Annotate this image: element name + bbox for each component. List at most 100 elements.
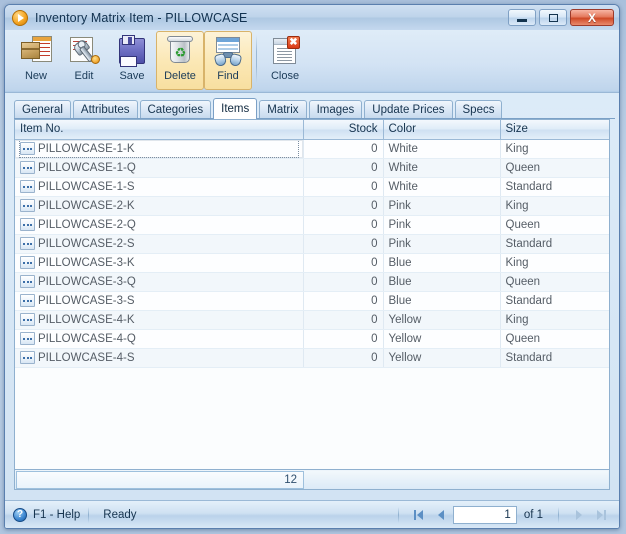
tab-attributes[interactable]: Attributes <box>72 100 138 118</box>
tab-general[interactable]: General <box>14 100 71 118</box>
tab-categories[interactable]: Categories <box>139 100 212 118</box>
cell-stock[interactable]: 0 <box>303 234 384 254</box>
items-grid-scroll[interactable]: Item No. Stock Color Size PILLOWCASE-1-K… <box>15 120 609 469</box>
table-row[interactable]: PILLOWCASE-1-S 0 White Standard <box>15 177 609 197</box>
cell-item-no[interactable]: PILLOWCASE-2-S <box>15 234 304 254</box>
cell-item-no[interactable]: PILLOWCASE-3-S <box>15 291 304 311</box>
cell-size[interactable]: Queen <box>500 329 609 349</box>
minimize-button[interactable] <box>508 9 536 26</box>
cell-stock[interactable]: 0 <box>303 310 384 330</box>
cell-size[interactable]: King <box>500 253 609 273</box>
table-row[interactable]: PILLOWCASE-3-K 0 Blue King <box>15 253 609 273</box>
cell-stock[interactable]: 0 <box>303 196 384 216</box>
table-row[interactable]: PILLOWCASE-4-Q 0 Yellow Queen <box>15 329 609 349</box>
cell-item-no[interactable]: PILLOWCASE-3-Q <box>15 272 304 292</box>
cell-color[interactable]: Blue <box>383 253 501 273</box>
ellipsis-button-icon[interactable] <box>20 351 35 364</box>
toolbar-button-save[interactable]: Save <box>108 31 156 90</box>
cell-stock[interactable]: 0 <box>303 272 384 292</box>
cell-item-no[interactable]: PILLOWCASE-1-S <box>15 177 304 197</box>
cell-color[interactable]: Pink <box>383 234 501 254</box>
cell-size[interactable]: King <box>500 196 609 216</box>
cell-item-no[interactable]: PILLOWCASE-2-K <box>15 196 304 216</box>
table-row[interactable]: PILLOWCASE-2-Q 0 Pink Queen <box>15 215 609 235</box>
table-row[interactable]: PILLOWCASE-2-S 0 Pink Standard <box>15 234 609 254</box>
cell-size[interactable]: Queen <box>500 158 609 178</box>
cell-size[interactable]: King <box>500 310 609 330</box>
cell-stock[interactable]: 0 <box>303 177 384 197</box>
cell-color[interactable]: Blue <box>383 272 501 292</box>
maximize-button[interactable] <box>539 9 567 26</box>
ellipsis-button-icon[interactable] <box>20 313 35 326</box>
cell-size[interactable]: Standard <box>500 348 609 368</box>
table-row[interactable]: PILLOWCASE-4-S 0 Yellow Standard <box>15 348 609 368</box>
ellipsis-button-icon[interactable] <box>20 161 35 174</box>
ellipsis-button-icon[interactable] <box>20 294 35 307</box>
column-header-stock[interactable]: Stock <box>303 120 384 140</box>
help-label[interactable]: F1 - Help <box>33 509 80 521</box>
ellipsis-button-icon[interactable] <box>20 275 35 288</box>
cell-size[interactable]: Standard <box>500 234 609 254</box>
cell-item-no[interactable]: PILLOWCASE-1-K <box>15 139 304 159</box>
cell-color[interactable]: Blue <box>383 291 501 311</box>
table-row[interactable]: PILLOWCASE-2-K 0 Pink King <box>15 196 609 216</box>
title-bar[interactable]: Inventory Matrix Item - PILLOWCASE X <box>5 5 619 30</box>
page-number-input[interactable]: 1 <box>452 505 517 524</box>
table-row[interactable]: PILLOWCASE-3-Q 0 Blue Queen <box>15 272 609 292</box>
cell-size[interactable]: Queen <box>500 272 609 292</box>
first-page-button[interactable] <box>409 506 429 524</box>
previous-page-button[interactable] <box>431 506 451 524</box>
ellipsis-button-icon[interactable] <box>20 180 35 193</box>
table-row[interactable]: PILLOWCASE-4-K 0 Yellow King <box>15 310 609 330</box>
toolbar-button-delete[interactable]: ♻ Delete <box>156 31 204 90</box>
cell-stock[interactable]: 0 <box>303 291 384 311</box>
column-header-size[interactable]: Size <box>500 120 609 140</box>
cell-size[interactable]: Standard <box>500 177 609 197</box>
cell-stock[interactable]: 0 <box>303 139 384 159</box>
cell-stock[interactable]: 0 <box>303 329 384 349</box>
cell-stock[interactable]: 0 <box>303 253 384 273</box>
cell-item-no[interactable]: PILLOWCASE-4-K <box>15 310 304 330</box>
cell-item-no[interactable]: PILLOWCASE-4-Q <box>15 329 304 349</box>
table-row[interactable]: PILLOWCASE-1-K 0 White King <box>15 139 609 159</box>
cell-stock[interactable]: 0 <box>303 348 384 368</box>
toolbar-button-edit[interactable]: Edit <box>60 31 108 90</box>
cell-color[interactable]: Pink <box>383 196 501 216</box>
cell-color[interactable]: White <box>383 177 501 197</box>
table-row[interactable]: PILLOWCASE-1-Q 0 White Queen <box>15 158 609 178</box>
tab-matrix[interactable]: Matrix <box>259 100 307 118</box>
cell-item-no[interactable]: PILLOWCASE-1-Q <box>15 158 304 178</box>
tab-specs[interactable]: Specs <box>454 100 503 118</box>
column-header-item-no[interactable]: Item No. <box>15 120 304 140</box>
cell-stock[interactable]: 0 <box>303 215 384 235</box>
cell-item-no[interactable]: PILLOWCASE-4-S <box>15 348 304 368</box>
cell-color[interactable]: Yellow <box>383 348 501 368</box>
cell-size[interactable]: Standard <box>500 291 609 311</box>
ellipsis-button-icon[interactable] <box>20 199 35 212</box>
cell-color[interactable]: White <box>383 139 501 159</box>
toolbar-button-close[interactable]: ✖ Close <box>261 31 309 90</box>
cell-color[interactable]: Pink <box>383 215 501 235</box>
tab-images[interactable]: Images <box>308 100 363 118</box>
close-button[interactable]: X <box>570 9 614 26</box>
cell-stock[interactable]: 0 <box>303 158 384 178</box>
toolbar-button-find[interactable]: Find <box>204 31 252 90</box>
ellipsis-button-icon[interactable] <box>20 332 35 345</box>
tab-update-prices[interactable]: Update Prices <box>364 100 453 118</box>
cell-item-no[interactable]: PILLOWCASE-2-Q <box>15 215 304 235</box>
tab-items[interactable]: Items <box>213 98 258 119</box>
ellipsis-button-icon[interactable] <box>20 218 35 231</box>
table-row[interactable]: PILLOWCASE-3-S 0 Blue Standard <box>15 291 609 311</box>
cell-size[interactable]: Queen <box>500 215 609 235</box>
toolbar-button-new[interactable]: New <box>12 31 60 90</box>
cell-size[interactable]: King <box>500 139 609 159</box>
cell-item-no[interactable]: PILLOWCASE-3-K <box>15 253 304 273</box>
ellipsis-button-icon[interactable] <box>20 237 35 250</box>
next-page-button[interactable] <box>569 506 589 524</box>
column-header-color[interactable]: Color <box>383 120 501 140</box>
cell-color[interactable]: White <box>383 158 501 178</box>
ellipsis-button-icon[interactable] <box>20 142 35 155</box>
ellipsis-button-icon[interactable] <box>20 256 35 269</box>
last-page-button[interactable] <box>591 506 611 524</box>
cell-color[interactable]: Yellow <box>383 310 501 330</box>
